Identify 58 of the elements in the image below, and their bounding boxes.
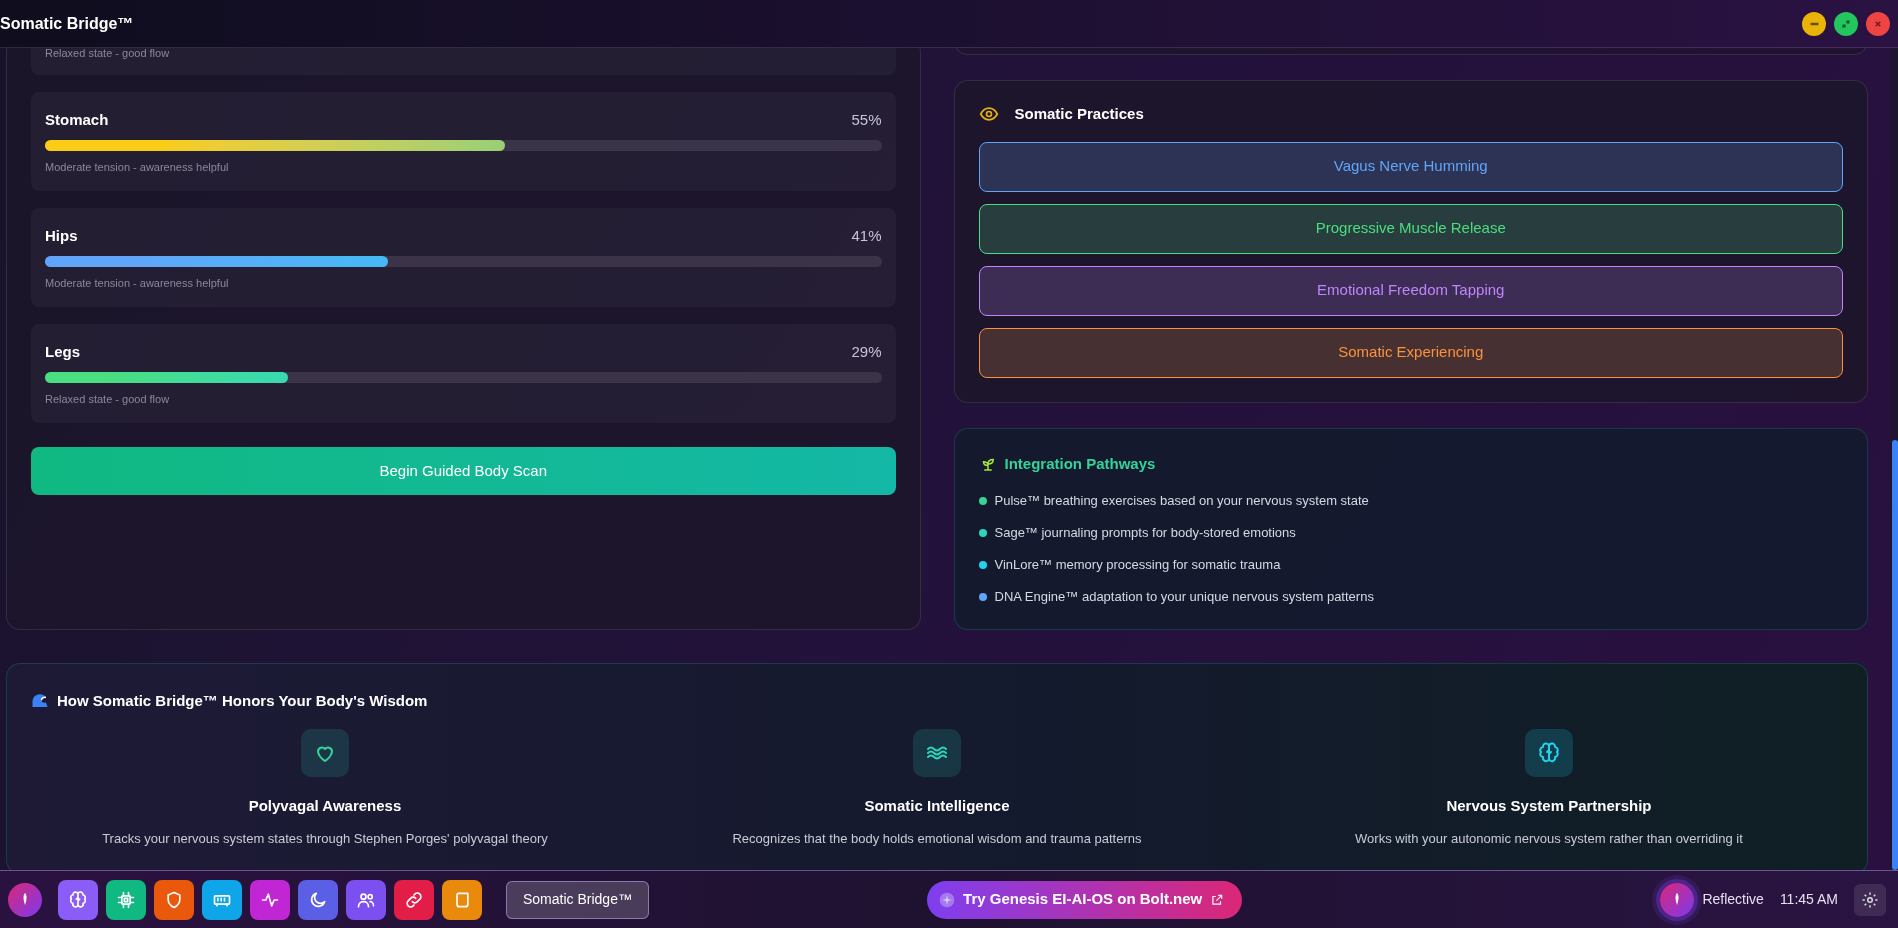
feature-title: Somatic Intelligence — [864, 795, 1010, 816]
pathway-text: Pulse™ breathing exercises based on your nervous system state — [994, 492, 1369, 510]
shield-icon — [164, 889, 184, 910]
app-button[interactable] — [442, 879, 482, 920]
pathway-text: Sage™ journaling prompts for body-stored emotions — [994, 524, 1296, 542]
region-note: Relaxed state - good flow — [45, 392, 171, 407]
practice-button[interactable]: Somatic Experiencing — [978, 327, 1843, 378]
region-note: Moderate tension - awareness helpful — [45, 160, 230, 175]
close-button[interactable] — [1866, 11, 1890, 36]
region-percent: 55% — [851, 110, 882, 130]
panel-heading: Integration Pathways — [1004, 453, 1156, 474]
region-percent: 41% — [851, 226, 882, 246]
panel-heading: Somatic Practices — [1014, 104, 1144, 124]
minimize-icon — [1809, 21, 1819, 26]
feature-description: Recognizes that the body holds emotional wisdom and trauma patterns — [732, 830, 1142, 848]
promo-button[interactable]: Try Genesis EI-AI-OS on Bolt.new — [927, 880, 1243, 919]
app-button[interactable] — [298, 879, 338, 920]
pathway-text: VinLore™ memory processing for somatic trauma — [994, 556, 1281, 574]
window-button[interactable]: Somatic Bridge™ — [506, 880, 649, 919]
brain-icon — [1536, 740, 1561, 765]
link-icon — [404, 889, 424, 910]
app-button[interactable] — [58, 879, 98, 920]
app-button[interactable] — [106, 879, 146, 920]
settings-icon — [1861, 890, 1879, 909]
moon-icon — [308, 889, 328, 910]
region-note: Moderate tension - awareness helpful — [45, 276, 230, 291]
app-button[interactable] — [202, 879, 242, 920]
clock: 11:45 AM — [1779, 890, 1838, 909]
practice-button[interactable]: Vagus Nerve Humming — [978, 141, 1843, 192]
sparkle-icon — [939, 891, 956, 908]
app-button[interactable] — [154, 879, 194, 920]
feature-description: Works with your autonomic nervous system rather than overriding it — [1355, 830, 1743, 848]
feature-title: Polyvagal Awareness — [248, 795, 402, 816]
external-link-icon — [1210, 892, 1225, 907]
region-name: Stomach — [45, 110, 109, 130]
panel-heading: How Somatic Bridge™ Honors Your Body's Wisdom — [57, 691, 428, 711]
practice-button[interactable]: Emotional Freedom Tapping — [978, 265, 1843, 316]
maximize-button[interactable] — [1834, 11, 1858, 36]
practice-button[interactable]: Progressive Muscle Release — [978, 203, 1843, 254]
window-title: Somatic Bridge™ — [0, 13, 134, 34]
scrollbar[interactable] — [1890, 48, 1898, 870]
app-button[interactable] — [394, 879, 434, 920]
pathway-text: DNA Engine™ adaptation to your unique nervous system patterns — [994, 588, 1374, 606]
brain-icon — [68, 889, 88, 910]
region-percent: 29% — [851, 342, 882, 362]
avatar[interactable] — [8, 882, 42, 917]
region-name: Hips — [45, 226, 78, 246]
region-note: Relaxed state - good flow — [45, 48, 171, 61]
avatar[interactable] — [1660, 882, 1695, 917]
app-button[interactable] — [346, 879, 386, 920]
minimize-button[interactable] — [1802, 11, 1826, 36]
feature-title: Nervous System Partnership — [1446, 795, 1652, 816]
region-name: Legs — [45, 342, 80, 362]
mood-label: Reflective — [1702, 890, 1764, 909]
app-button[interactable] — [250, 879, 290, 920]
chip-icon — [116, 889, 136, 910]
settings-button[interactable] — [1854, 883, 1886, 916]
feature-description: Tracks your nervous system states through Stephen Porges' polyvagal theory — [102, 830, 548, 848]
